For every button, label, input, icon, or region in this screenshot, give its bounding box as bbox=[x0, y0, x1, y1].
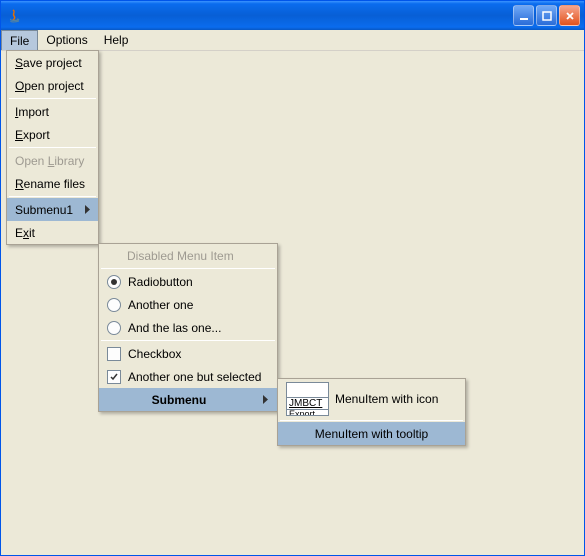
menu-file-label: File bbox=[10, 34, 29, 48]
menu-item-radiobutton[interactable]: Radiobutton bbox=[99, 270, 277, 293]
menubar: File Options Help bbox=[1, 30, 584, 51]
content-area: Save project Open project Import Export … bbox=[1, 51, 584, 555]
menu-item-with-tooltip[interactable]: MenuItem with tooltip bbox=[278, 422, 465, 445]
close-button[interactable] bbox=[559, 5, 580, 26]
label: Another one bbox=[128, 298, 193, 312]
label: And the las one... bbox=[128, 321, 221, 335]
thumbnail-icon: JMBCT Export bbox=[286, 382, 329, 416]
checkbox-icon bbox=[107, 370, 121, 384]
label: MenuItem with tooltip bbox=[315, 427, 428, 441]
radio-icon bbox=[107, 321, 121, 335]
menu-item-submenu[interactable]: Submenu bbox=[99, 388, 277, 411]
minimize-button[interactable] bbox=[513, 5, 534, 26]
menu-item-disabled: Disabled Menu Item bbox=[99, 244, 277, 267]
menu-separator bbox=[9, 147, 96, 148]
radio-icon bbox=[107, 275, 121, 289]
radio-icon bbox=[107, 298, 121, 312]
menu-file[interactable]: File bbox=[1, 30, 38, 50]
menu-item-with-icon[interactable]: JMBCT Export MenuItem with icon bbox=[278, 379, 465, 419]
menu-item-last-one[interactable]: And the las one... bbox=[99, 316, 277, 339]
label: Radiobutton bbox=[128, 275, 193, 289]
menu-options[interactable]: Options bbox=[38, 30, 95, 50]
java-icon bbox=[7, 8, 23, 24]
menu-separator bbox=[101, 340, 275, 341]
window-controls bbox=[513, 5, 580, 26]
menu-separator bbox=[280, 420, 463, 421]
menu-item-export[interactable]: Export bbox=[7, 123, 98, 146]
menu-item-exit[interactable]: Exit bbox=[7, 221, 98, 244]
application-window: File Options Help Save project Open proj… bbox=[0, 0, 585, 556]
submenu2-popup: JMBCT Export MenuItem with icon MenuItem… bbox=[277, 378, 466, 446]
menu-item-open-library: Open Library bbox=[7, 149, 98, 172]
label: Checkbox bbox=[128, 347, 181, 361]
titlebar bbox=[1, 1, 584, 30]
menu-item-import[interactable]: Import bbox=[7, 100, 98, 123]
chevron-right-icon bbox=[251, 395, 269, 404]
menu-item-submenu1[interactable]: Submenu1 bbox=[7, 198, 98, 221]
menu-item-rename-files[interactable]: Rename files bbox=[7, 172, 98, 195]
menu-item-another-one[interactable]: Another one bbox=[99, 293, 277, 316]
menu-help[interactable]: Help bbox=[96, 30, 137, 50]
submenu1-label: Submenu1 bbox=[15, 203, 73, 217]
menu-item-open-project[interactable]: Open project bbox=[7, 74, 98, 97]
submenu1-popup: Disabled Menu Item Radiobutton Another o… bbox=[98, 243, 278, 412]
menu-separator bbox=[101, 268, 275, 269]
chevron-right-icon bbox=[73, 205, 91, 214]
label: Another one but selected bbox=[128, 370, 261, 384]
menu-separator bbox=[9, 196, 96, 197]
checkbox-icon bbox=[107, 347, 121, 361]
menu-separator bbox=[9, 98, 96, 99]
menu-item-save-project[interactable]: Save project bbox=[7, 51, 98, 74]
menu-item-another-selected[interactable]: Another one but selected bbox=[99, 365, 277, 388]
file-menu-popup: Save project Open project Import Export … bbox=[6, 50, 99, 245]
menu-item-checkbox[interactable]: Checkbox bbox=[99, 342, 277, 365]
maximize-button[interactable] bbox=[536, 5, 557, 26]
label: MenuItem with icon bbox=[335, 392, 438, 406]
submenu-label: Submenu bbox=[107, 393, 251, 407]
